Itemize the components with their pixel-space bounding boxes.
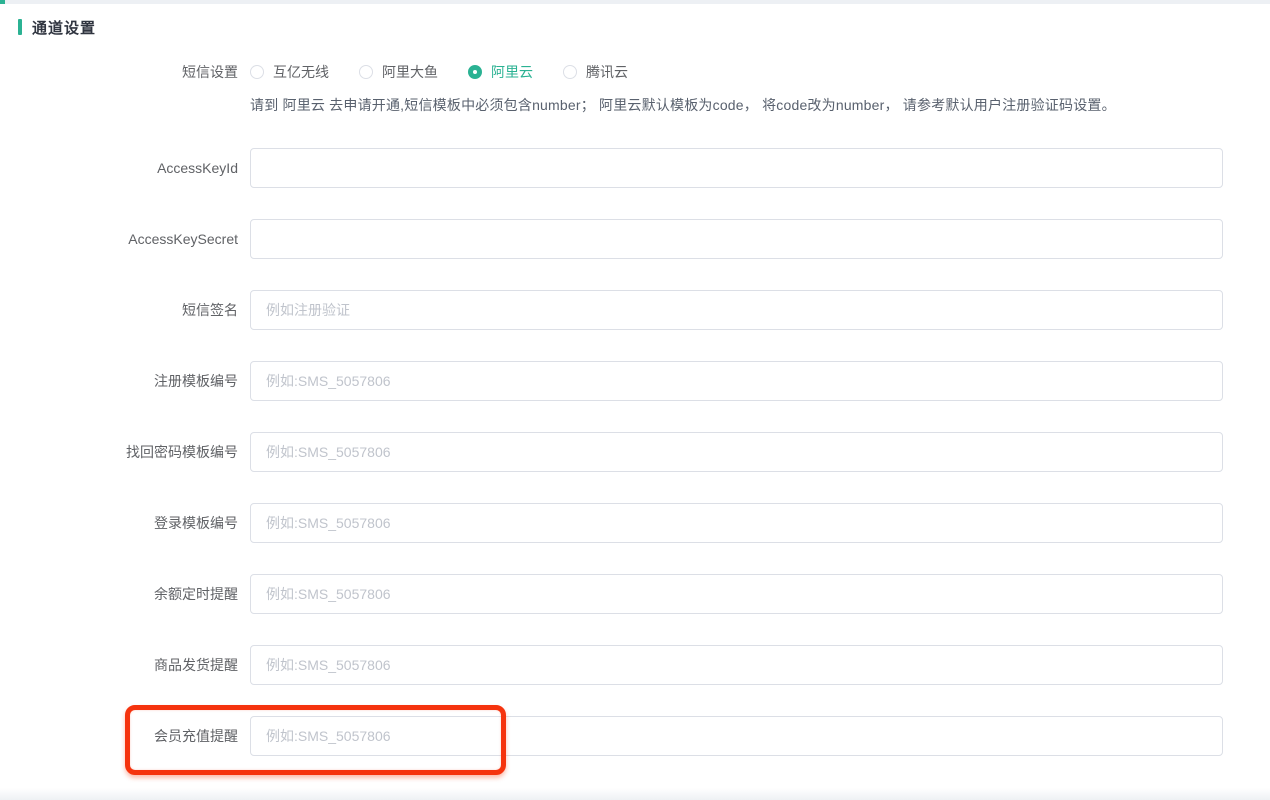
section-header: 通道设置 — [18, 17, 1270, 37]
field-input[interactable] — [250, 432, 1223, 472]
field-label: 找回密码模板编号 — [0, 442, 250, 462]
field-label: 商品发货提醒 — [0, 655, 250, 675]
field-input[interactable] — [250, 148, 1223, 188]
radio-icon — [468, 65, 482, 79]
field-input[interactable] — [250, 574, 1223, 614]
field-label: AccessKeySecret — [0, 231, 250, 247]
form-field-row: 商品发货提醒 — [0, 645, 1270, 685]
form-field-row: 余额定时提醒 — [0, 574, 1270, 614]
form-field-row: 注册模板编号 — [0, 361, 1270, 401]
field-input[interactable] — [250, 716, 1223, 756]
sms-provider-row: 短信设置 互亿无线 阿里大鱼 阿里云 腾讯云 — [0, 62, 1270, 82]
field-input[interactable] — [250, 290, 1223, 330]
top-strip-accent — [0, 0, 5, 4]
field-input[interactable] — [250, 503, 1223, 543]
top-strip — [0, 0, 1270, 4]
form-field-row: 找回密码模板编号 — [0, 432, 1270, 472]
form-field-row: AccessKeySecret — [0, 219, 1270, 259]
form-field-row: 登录模板编号 — [0, 503, 1270, 543]
form-field-row: 会员充值提醒 — [0, 716, 1270, 756]
radio-option-label: 互亿无线 — [273, 62, 329, 82]
bottom-fade — [0, 788, 1270, 800]
sms-provider-radio-group: 互亿无线 阿里大鱼 阿里云 腾讯云 — [250, 62, 658, 82]
radio-icon — [563, 65, 577, 79]
field-label: 会员充值提醒 — [0, 726, 250, 746]
form-field-row: 短信签名 — [0, 290, 1270, 330]
field-label: AccessKeyId — [0, 160, 250, 176]
sms-provider-label: 短信设置 — [0, 62, 250, 82]
radio-icon — [250, 65, 264, 79]
form-fields: AccessKeyId AccessKeySecret 短信签名 注册模板编号 … — [0, 148, 1270, 756]
title-marker-bar — [18, 19, 22, 35]
radio-option-label: 阿里大鱼 — [382, 62, 438, 82]
field-input[interactable] — [250, 645, 1223, 685]
channel-settings-page: 通道设置 短信设置 互亿无线 阿里大鱼 阿里云 腾讯云 请到 阿里云 去申请开通… — [0, 0, 1270, 800]
field-label: 登录模板编号 — [0, 513, 250, 533]
provider-note-text: 请到 阿里云 去申请开通,短信模板中必须包含number； 阿里云默认模板为co… — [250, 95, 1116, 115]
radio-option[interactable]: 腾讯云 — [563, 62, 628, 82]
provider-note-row: 请到 阿里云 去申请开通,短信模板中必须包含number； 阿里云默认模板为co… — [0, 95, 1270, 115]
radio-option[interactable]: 互亿无线 — [250, 62, 329, 82]
radio-option[interactable]: 阿里云 — [468, 62, 533, 82]
field-label: 注册模板编号 — [0, 371, 250, 391]
form-field-row: AccessKeyId — [0, 148, 1270, 188]
field-input[interactable] — [250, 361, 1223, 401]
field-label: 余额定时提醒 — [0, 584, 250, 604]
radio-option-label: 阿里云 — [491, 62, 533, 82]
page-title: 通道设置 — [32, 17, 96, 38]
sms-settings-form: 短信设置 互亿无线 阿里大鱼 阿里云 腾讯云 请到 阿里云 去申请开通,短信模板… — [0, 62, 1270, 756]
radio-icon — [359, 65, 373, 79]
field-input[interactable] — [250, 219, 1223, 259]
radio-option-label: 腾讯云 — [586, 62, 628, 82]
radio-option[interactable]: 阿里大鱼 — [359, 62, 438, 82]
field-label: 短信签名 — [0, 300, 250, 320]
